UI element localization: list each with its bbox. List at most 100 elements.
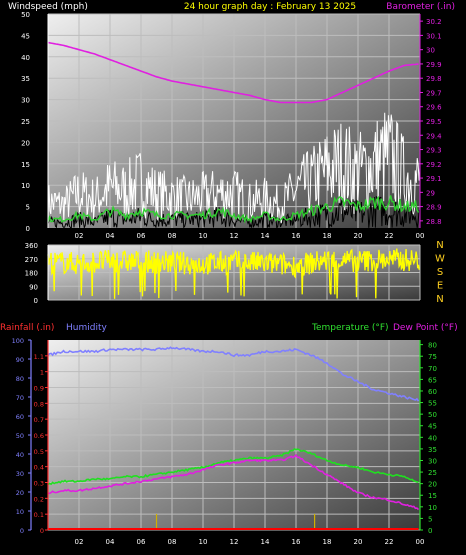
y-right-tick-label: 29.3	[426, 147, 442, 155]
y-right-tick-label: 29.5	[426, 118, 442, 126]
x-tick-label: 00	[416, 538, 425, 546]
y-temp-tick-label: 65	[428, 376, 437, 384]
compass-label: N	[436, 294, 443, 305]
y-right-tick-label: 29.7	[426, 89, 442, 97]
y-hum-tick-label: 90	[16, 356, 24, 364]
y-tick-label: 90	[29, 283, 38, 291]
y-right-tick-label: 30.2	[426, 18, 442, 26]
y-right-tick-label: 29.6	[426, 104, 442, 112]
y-right-tick-label: 30	[426, 47, 435, 55]
y-rain-tick-label: 1	[40, 369, 44, 377]
y-tick-label: 270	[25, 256, 38, 264]
x-tick-label: 12	[230, 538, 239, 546]
y-hum-tick-label: 40	[16, 451, 24, 459]
y-hum-tick-label: 30	[16, 470, 24, 478]
x-tick-label: 16	[292, 232, 301, 240]
y-tick-label: 360	[25, 242, 38, 250]
y-temp-tick-label: 5	[428, 515, 432, 523]
y-right-axis-title: Barometer (.in)	[386, 2, 455, 12]
y-rain-tick-label: 0.3	[34, 480, 44, 488]
x-tick-label: 22	[385, 232, 394, 240]
y-tick-label: 0	[34, 297, 38, 305]
compass-label: W	[435, 254, 445, 265]
y-hum-tick-label: 10	[16, 508, 24, 516]
x-tick-label: 20	[354, 232, 363, 240]
y-temp-tick-label: 10	[428, 504, 437, 512]
y-hum-tick-label: 70	[16, 394, 24, 402]
x-tick-label: 22	[385, 538, 394, 546]
y-temp-tick-label: 25	[428, 469, 437, 477]
y-rain-tick-label: 0.6	[34, 432, 44, 440]
rainfall-axis-title: Rainfall (.in)	[0, 323, 54, 333]
compass-label: S	[437, 267, 443, 278]
humidity-axis-title: Humidity	[66, 323, 107, 333]
y-rain-tick-label: 1.1	[34, 353, 44, 361]
weather-chart: 0510152025303540455028.828.92929.129.229…	[0, 2, 458, 546]
y-left-tick-label: 5	[26, 204, 30, 212]
x-tick-label: 12	[230, 232, 239, 240]
y-left-tick-label: 20	[21, 139, 30, 147]
compass-label: N	[436, 240, 443, 251]
y-hum-tick-label: 0	[20, 527, 24, 535]
y-temp-tick-label: 20	[428, 481, 437, 489]
x-tick-label: 06	[137, 232, 146, 240]
y-rain-tick-label: 0.4	[34, 464, 44, 472]
y-left-axis-title: Windspeed (mph)	[8, 2, 88, 12]
y-rain-tick-label: 0.9	[34, 385, 44, 393]
wind-barometer-panel: 0 5 10 15 20 25 30 35 40 45 50 28.8 28.9 29 29.1 29.2 29…	[8, 2, 455, 240]
x-tick-label: 00	[416, 232, 425, 240]
y-right-tick-label: 29.4	[426, 132, 442, 140]
x-tick-label: 20	[354, 538, 363, 546]
y-temp-tick-label: 50	[428, 411, 437, 419]
x-tick-label: 10	[199, 538, 208, 546]
y-temp-tick-label: 45	[428, 423, 437, 431]
y-left-tick-label: 25	[21, 118, 30, 126]
y-rain-tick-label: 0.2	[34, 495, 44, 503]
y-right-tick-label: 29.1	[426, 175, 442, 183]
y-rain-tick-label: 0.8	[34, 400, 44, 408]
y-temp-tick-label: 70	[428, 365, 437, 373]
y-temp-tick-label: 35	[428, 446, 437, 454]
y-right-tick-label: 28.9	[426, 204, 442, 212]
y-temp-tick-label: 40	[428, 434, 437, 442]
x-tick-label: 02	[75, 538, 84, 546]
wind-direction-panel: 090180270360 NWSEN	[25, 240, 445, 305]
y-left-tick-label: 35	[21, 75, 30, 83]
x-tick-label: 18	[323, 538, 332, 546]
x-tick-label: 18	[323, 232, 332, 240]
y-temp-tick-label: 55	[428, 400, 437, 408]
y-temp-tick-label: 0	[428, 527, 432, 535]
y-tick-label: 180	[25, 270, 38, 278]
y-left-tick-label: 30	[21, 97, 30, 105]
x-tick-label: 16	[292, 538, 301, 546]
y-hum-tick-label: 50	[16, 432, 24, 440]
x-tick-label: 06	[137, 538, 146, 546]
x-tick-label: 04	[106, 538, 115, 546]
y-left-tick-label: 0	[26, 225, 30, 233]
y-temp-tick-label: 30	[428, 457, 437, 465]
x-tick-label: 04	[106, 232, 115, 240]
y-temp-tick-label: 75	[428, 353, 437, 361]
y-rain-tick-label: 0.1	[34, 511, 44, 519]
compass-label: E	[437, 281, 443, 292]
chart-title: 24 hour graph day : February 13 2025	[184, 2, 356, 12]
x-tick-label: 08	[168, 538, 177, 546]
y-hum-tick-label: 80	[16, 375, 24, 383]
y-left-tick-label: 50	[21, 11, 30, 19]
y-hum-tick-label: 100	[12, 337, 24, 345]
x-tick-label: 08	[168, 232, 177, 240]
y-temp-tick-label: 80	[428, 342, 437, 350]
y-rain-tick-label: 0	[40, 527, 44, 535]
x-tick-label: 14	[261, 538, 270, 546]
y-left-tick-label: 15	[21, 161, 30, 169]
y-temp-tick-label: 60	[428, 388, 437, 396]
y-right-tick-label: 29.9	[426, 61, 442, 69]
x-tick-label: 10	[199, 232, 208, 240]
y-hum-tick-label: 20	[16, 489, 24, 497]
y-right-tick-label: 29.8	[426, 75, 442, 83]
y-rain-tick-label: 0.7	[34, 416, 44, 424]
y-right-tick-label: 29	[426, 189, 435, 197]
temperature-axis-title: Temperature (°F)	[311, 323, 389, 333]
y-hum-tick-label: 60	[16, 413, 24, 421]
y-right-tick-label: 29.2	[426, 161, 442, 169]
